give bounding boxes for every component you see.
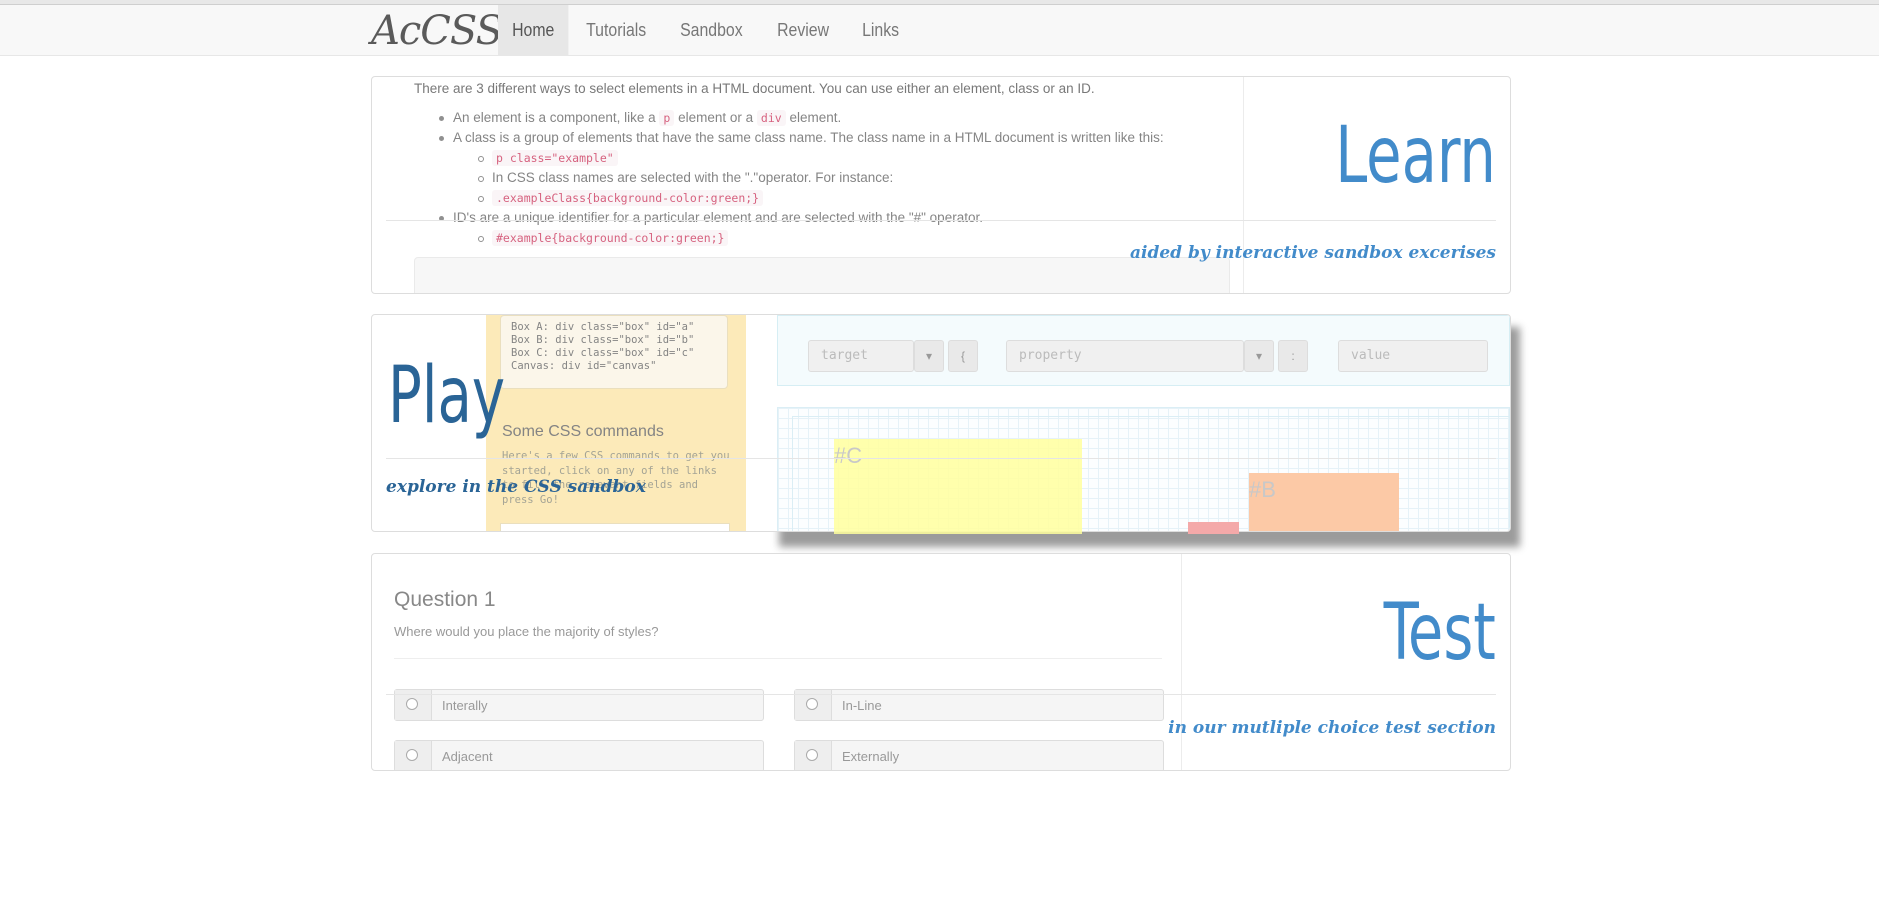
code-line-canvas: Canvas: div id="canvas" <box>511 360 657 372</box>
radio-button[interactable] <box>806 749 818 761</box>
property-input[interactable]: property <box>1006 340 1244 372</box>
target-dropdown-button[interactable]: ▾ <box>914 340 944 372</box>
navbar: AcCSS Home Tutorials Sandbox Review Link… <box>0 5 1879 56</box>
answer-label: In-Line <box>842 698 882 713</box>
learn-tagline: aided by interactive sandbox excerises <box>1130 243 1496 263</box>
sub-bullet-id-css: #example{background-color:green;} <box>477 230 729 246</box>
value-input[interactable]: value <box>1338 340 1488 372</box>
learn-intro: There are 3 different ways to select ele… <box>414 81 1095 96</box>
learn-rule <box>386 220 1496 221</box>
bullet-element-text-1: An element is a component, like a <box>453 110 656 125</box>
nav-menu: Home Tutorials Sandbox Review Links <box>498 5 917 55</box>
learn-preview: There are 3 different ways to select ele… <box>372 77 1246 293</box>
sandbox-sidebar: Box A: div class="box" id="a" Box B: div… <box>486 315 746 531</box>
caret-down-icon: ▾ <box>1255 349 1263 363</box>
code-line-b: Box B: div class="box" id="b" <box>511 334 695 346</box>
radio-button[interactable] <box>806 698 818 710</box>
colon-label: : <box>1278 340 1308 372</box>
code-div: div <box>756 110 786 126</box>
bullet-element-text-3: element. <box>789 110 842 125</box>
bullet-element-text-2: element or a <box>678 110 754 125</box>
caret-down-icon: ▾ <box>925 349 933 363</box>
radio-button[interactable] <box>406 749 418 761</box>
bullet-id: ID's are a unique identifier for a parti… <box>439 210 983 225</box>
box-c-label: #C <box>834 443 863 468</box>
box-a <box>1188 522 1239 534</box>
box-c <box>834 439 1082 534</box>
play-rule <box>386 458 1496 459</box>
nav-review[interactable]: Review <box>763 5 843 55</box>
learn-heading: Learn <box>1335 111 1496 201</box>
test-rule <box>386 694 1496 695</box>
commands-card <box>500 523 730 531</box>
answer-option[interactable]: Adjacent <box>394 740 764 770</box>
play-panel[interactable]: Box A: div class="box" id="a" Box B: div… <box>371 314 1511 534</box>
commands-title: Some CSS commands <box>502 423 664 440</box>
test-tagline: in our mutliple choice test section <box>1168 718 1496 738</box>
bullet-class: A class is a group of elements that have… <box>439 130 1164 145</box>
open-brace-label: { <box>948 340 978 372</box>
play-heading: Play <box>388 351 506 441</box>
answer-label: Externally <box>842 749 900 764</box>
sub-bullet-class-example: p class="example" <box>478 150 618 166</box>
code-p: p <box>659 110 675 126</box>
question-title: Question 1 <box>394 588 496 611</box>
test-panel[interactable]: Question 1 Where would you place the maj… <box>371 553 1511 771</box>
question-divider <box>394 658 1162 659</box>
nav-home[interactable]: Home <box>498 5 569 55</box>
answer-label: Interally <box>442 698 488 713</box>
sub-bullet-class-css: .exampleClass{background-color:green;} <box>477 190 764 206</box>
code-class-example: p class="example" <box>492 150 618 166</box>
bullet-element: An element is a component, like a p elem… <box>438 110 842 126</box>
code-id-css: #example{background-color:green;} <box>492 230 729 246</box>
box-b-label: #B <box>1249 477 1276 502</box>
nav-tutorials[interactable]: Tutorials <box>572 5 660 55</box>
property-dropdown-button[interactable]: ▾ <box>1244 340 1274 372</box>
learn-sandbox-box <box>414 257 1230 293</box>
code-line-a: Box A: div class="box" id="a" <box>511 321 695 333</box>
brand-logo[interactable]: AcCSS <box>371 6 503 56</box>
learn-panel[interactable]: There are 3 different ways to select ele… <box>371 76 1511 294</box>
code-line-c: Box C: div class="box" id="c" <box>511 347 695 359</box>
sub-bullet-class-operator: In CSS class names are selected with the… <box>477 170 894 185</box>
test-heading: Test <box>1383 588 1496 678</box>
radio-cell <box>795 741 832 770</box>
radio-button[interactable] <box>406 698 418 710</box>
question-text: Where would you place the majority of st… <box>394 624 659 639</box>
sandbox-input-bar: target ▾ { property ▾ : value <box>777 315 1510 386</box>
html-structure-card: Box A: div class="box" id="a" Box B: div… <box>500 315 728 389</box>
play-tagline: explore in the CSS sandbox <box>386 477 646 497</box>
nav-links[interactable]: Links <box>848 5 913 55</box>
target-input[interactable]: target <box>808 340 914 372</box>
radio-cell <box>395 741 432 770</box>
nav-sandbox[interactable]: Sandbox <box>666 5 757 55</box>
answer-label: Adjacent <box>442 749 493 764</box>
answer-option[interactable]: Externally <box>794 740 1164 770</box>
code-class-css: .exampleClass{background-color:green;} <box>492 190 764 206</box>
